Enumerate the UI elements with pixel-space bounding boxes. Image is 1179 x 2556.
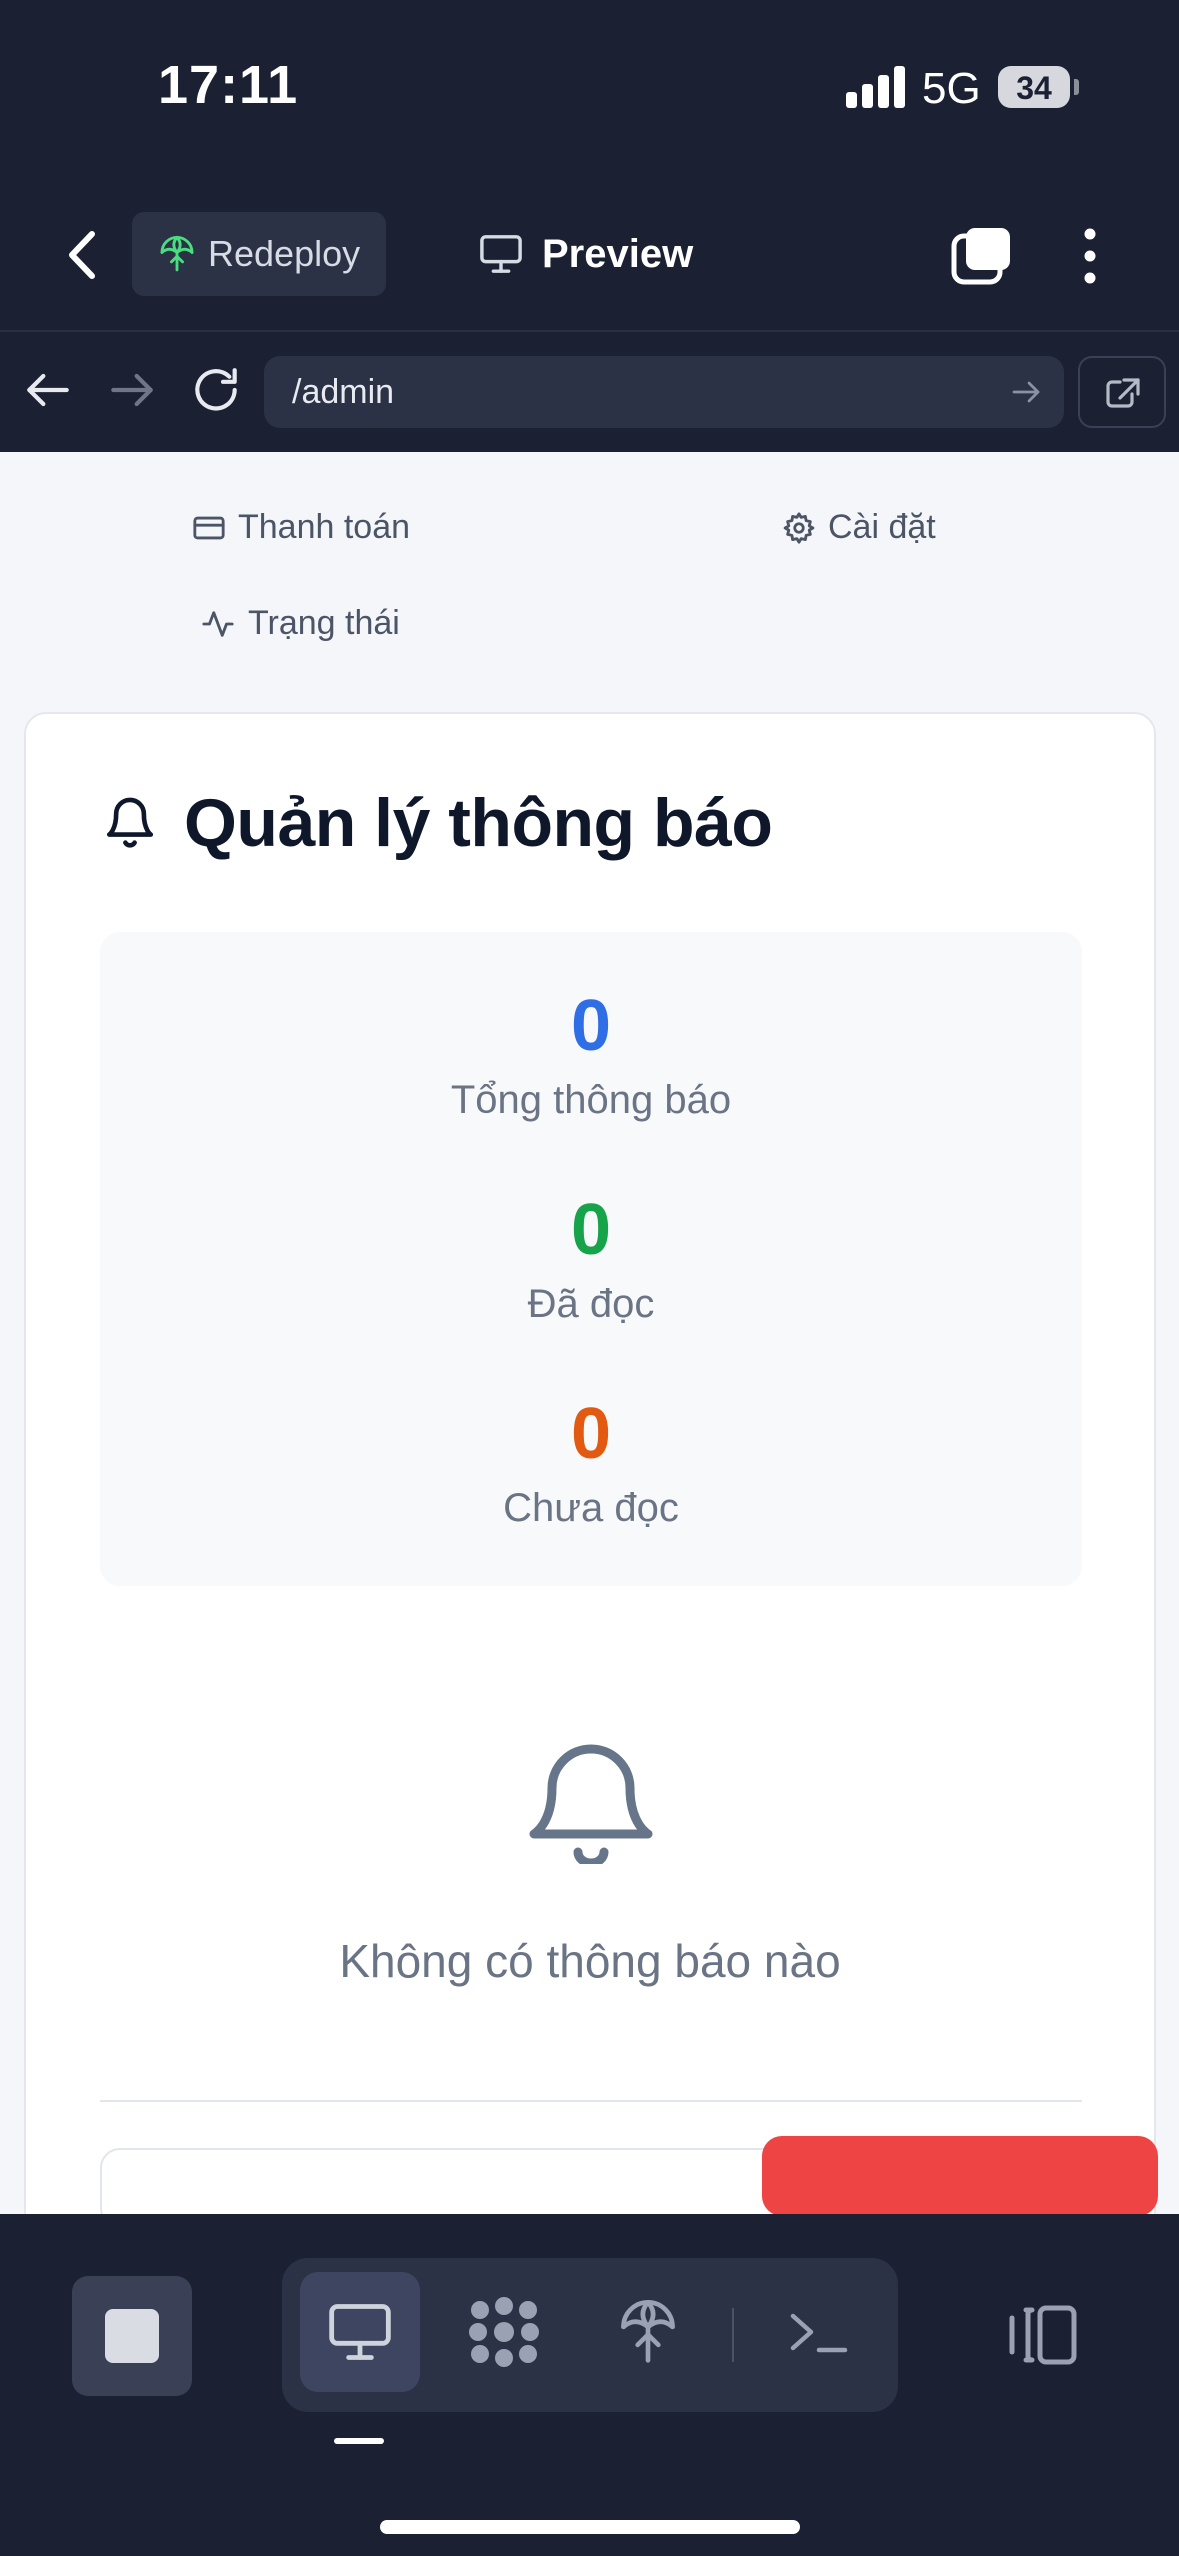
status-time: 17:11 <box>158 55 299 115</box>
gear-icon <box>783 511 815 544</box>
segment-separator <box>732 2308 734 2362</box>
terminal-icon <box>790 2313 848 2353</box>
credit-card-icon <box>193 516 225 539</box>
stat-value: 0 <box>570 986 612 1066</box>
stat-total: 0 Tổng thông báo <box>100 990 1082 1123</box>
open-external-button[interactable] <box>1078 356 1166 428</box>
tabs-icon <box>951 228 1010 285</box>
notification-card: Quản lý thông báo 0 Tổng thông báo 0 Đã … <box>24 712 1158 2214</box>
stat-label: Chưa đọc <box>503 1486 679 1530</box>
chevron-left-icon <box>69 231 95 279</box>
split-view-icon <box>1009 2305 1077 2365</box>
split-view-button[interactable] <box>1004 2300 1080 2370</box>
nav-link-label: Thanh toán <box>238 508 411 546</box>
empty-bell-icon <box>529 1744 653 1864</box>
preview-button[interactable]: Preview <box>478 212 693 296</box>
bottom-dock <box>0 2214 1179 2556</box>
stat-label: Đã đọc <box>527 1282 655 1326</box>
stat-unread: 0 Chưa đọc <box>100 1398 1082 1531</box>
battery-icon: 34 <box>998 66 1070 108</box>
terminal-tab[interactable] <box>758 2272 878 2392</box>
active-tab-indicator <box>334 2438 384 2444</box>
arrow-right-icon <box>111 373 153 407</box>
nav-link-label: Trạng thái <box>248 604 400 642</box>
deploy-tab[interactable] <box>588 2272 708 2392</box>
refresh-icon <box>195 368 237 411</box>
activity-icon <box>202 610 234 637</box>
stop-button[interactable] <box>72 2276 192 2396</box>
stat-read: 0 Đã đọc <box>100 1194 1082 1327</box>
battery-tip <box>1074 79 1079 95</box>
deploy-icon <box>621 2299 675 2363</box>
secondary-button[interactable] <box>100 2148 782 2214</box>
preview-label: Preview <box>542 231 694 276</box>
card-title: Quản lý thông báo <box>184 785 773 861</box>
stats-panel: 0 Tổng thông báo 0 Đã đọc 0 Chưa đọc <box>100 932 1082 1586</box>
tabs-button[interactable] <box>950 224 1014 288</box>
signal-icon <box>846 66 906 108</box>
status-bar: 17:11 5G 34 <box>0 0 1179 180</box>
arrow-left-icon <box>27 373 69 407</box>
network-type: 5G <box>922 64 981 113</box>
nav-link-cai-dat[interactable]: Cài đặt <box>782 508 936 547</box>
battery-level: 34 <box>1016 70 1052 106</box>
monitor-icon <box>329 2304 391 2360</box>
redeploy-label: Redeploy <box>208 233 361 274</box>
redeploy-button[interactable]: Redeploy <box>132 212 386 296</box>
back-button[interactable] <box>60 222 110 288</box>
empty-state-message: Không có thông báo nào <box>339 1935 841 1987</box>
app-toolbar: Redeploy Preview <box>0 200 1179 310</box>
view-switcher <box>282 2258 898 2412</box>
url-text: /admin <box>292 372 395 411</box>
nav-forward-button[interactable] <box>104 362 160 418</box>
nav-back-button[interactable] <box>20 362 76 418</box>
reload-button[interactable] <box>188 362 244 418</box>
section-divider <box>100 2100 1082 2102</box>
stat-value: 0 <box>570 1190 612 1270</box>
home-indicator <box>380 2520 800 2534</box>
danger-button[interactable] <box>762 2136 1158 2214</box>
more-options-button[interactable] <box>1072 224 1108 288</box>
more-vertical-icon <box>1084 228 1096 284</box>
go-arrow-icon[interactable] <box>1008 374 1044 410</box>
nav-link-thanh-toan[interactable]: Thanh toán <box>192 508 410 547</box>
nav-link-trang-thai[interactable]: Trạng thái <box>200 604 400 643</box>
external-link-icon <box>1106 378 1140 408</box>
web-page: Thanh toán Cài đặt Trạng thái Quản lý th… <box>0 452 1179 2214</box>
grid-tab[interactable] <box>444 2272 564 2392</box>
stat-label: Tổng thông báo <box>450 1078 732 1122</box>
monitor-icon <box>480 235 522 273</box>
url-bar: /admin <box>0 332 1179 452</box>
url-input[interactable]: /admin <box>264 356 1064 428</box>
nav-link-label: Cài đặt <box>828 508 936 546</box>
deploy-icon <box>160 235 194 272</box>
preview-tab[interactable] <box>300 2272 420 2392</box>
grid-dots-icon <box>469 2297 539 2367</box>
bell-icon <box>106 797 154 848</box>
card-header: Quản lý thông báo <box>102 784 773 862</box>
stat-value: 0 <box>570 1394 612 1474</box>
